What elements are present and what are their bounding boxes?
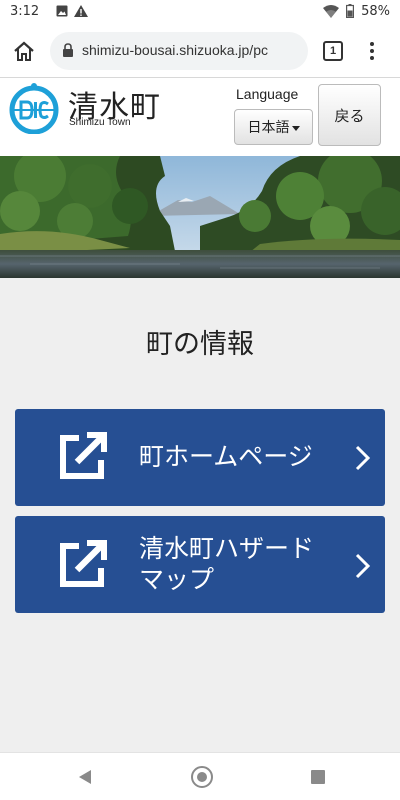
external-link-icon [57, 432, 107, 486]
hazard-map-label-line2: マップ [139, 565, 215, 594]
caret-down-icon [291, 125, 300, 131]
home-button[interactable] [8, 35, 40, 67]
external-link-icon [57, 540, 107, 594]
status-time: 3:12 [10, 4, 40, 19]
nav-back-icon[interactable] [78, 769, 92, 789]
more-menu-button[interactable] [362, 38, 382, 64]
nav-home-icon[interactable] [191, 766, 213, 788]
language-label: Language [236, 86, 299, 102]
home-icon [14, 41, 34, 61]
warning-icon [74, 5, 88, 21]
logo-subtitle: Shimizu Town [69, 117, 131, 128]
back-button-label: 戻る [334, 106, 365, 125]
wifi-icon [323, 5, 339, 22]
battery-percentage: 58% [361, 4, 390, 19]
tab-switcher-button[interactable]: 1 [323, 41, 343, 61]
page-title: 町の情報 [146, 329, 254, 360]
shimizu-logo-icon[interactable] [8, 82, 60, 138]
menu-dot [370, 55, 374, 60]
town-homepage-label: 町ホームページ [139, 442, 313, 471]
image-notification-icon [56, 5, 68, 21]
chevron-right-icon [355, 553, 371, 583]
menu-dot [370, 42, 374, 47]
chevron-right-icon [355, 445, 371, 475]
site-header: 清水町 Shimizu Town Language 日本語 戻る [0, 78, 400, 156]
url-text: shimizu-bousai.shizuoka.jp/pc [82, 42, 268, 58]
browser-toolbar: shimizu-bousai.shizuoka.jp/pc 1 [0, 24, 400, 78]
lock-icon [62, 43, 74, 62]
river-banner-image [0, 156, 400, 278]
menu-dot [370, 48, 374, 53]
status-bar: 3:12 58% [0, 0, 400, 24]
hazard-map-link-button[interactable]: 清水町ハザード マップ [15, 516, 385, 613]
back-button[interactable]: 戻る [318, 84, 381, 146]
hazard-map-label: 清水町ハザード マップ [139, 533, 359, 595]
hazard-map-label-line1: 清水町ハザード [139, 534, 315, 563]
address-bar[interactable]: shimizu-bousai.shizuoka.jp/pc [50, 32, 308, 70]
language-selected-value: 日本語 [247, 120, 290, 136]
nav-recents-icon[interactable] [311, 770, 325, 784]
battery-icon [346, 4, 355, 22]
system-navigation-bar [0, 752, 400, 800]
town-homepage-link-button[interactable]: 町ホームページ [15, 409, 385, 506]
language-select[interactable]: 日本語 [234, 109, 313, 145]
